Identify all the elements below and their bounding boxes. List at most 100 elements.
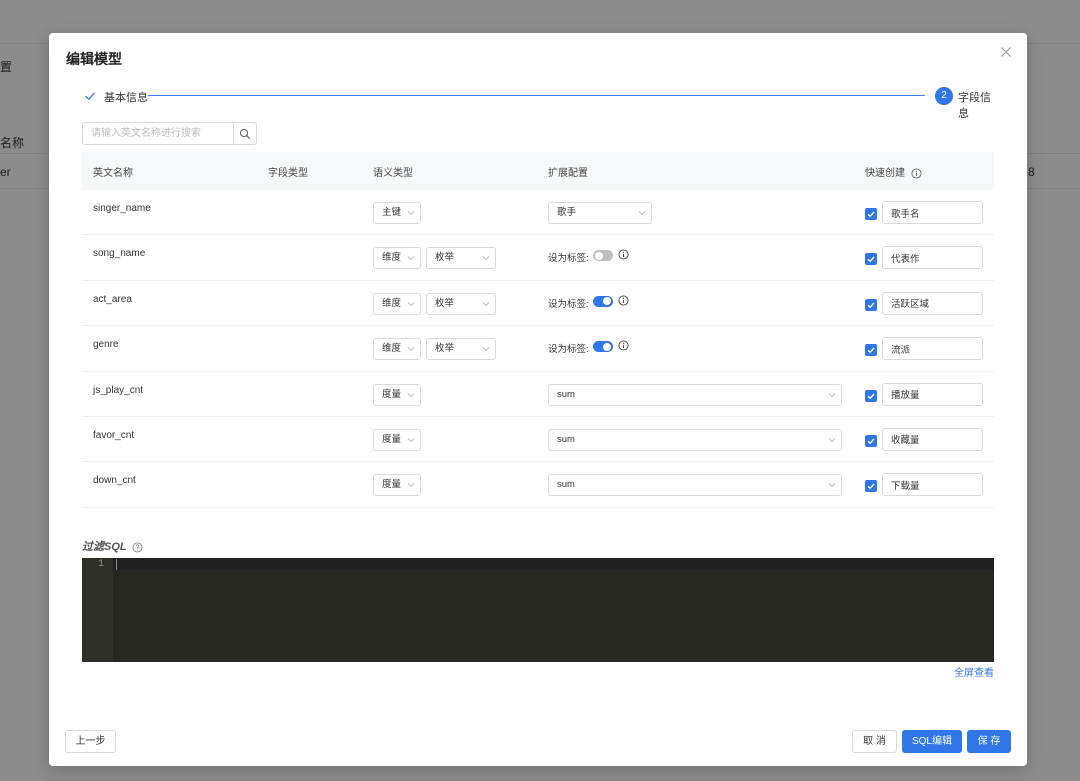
field-english-name: act_area (93, 293, 132, 305)
header-english-name: 英文名称 (93, 168, 133, 179)
semantic-type-value: 主键 (382, 207, 402, 218)
semantic-type-select[interactable]: 维度 (373, 247, 421, 270)
chevron-down-icon (407, 211, 415, 216)
tag-toggle[interactable] (593, 341, 613, 353)
info-icon[interactable] (618, 249, 629, 260)
search-button[interactable] (233, 123, 256, 144)
toggle-knob (595, 251, 603, 260)
chevron-down-icon (482, 256, 490, 261)
step-basic-info[interactable]: 基本信息 (104, 89, 148, 105)
close-button[interactable] (998, 44, 1014, 60)
quick-create-checkbox[interactable] (865, 480, 877, 493)
set-as-tag-label: 设为标签: (548, 344, 589, 356)
quick-create-name-input[interactable] (882, 427, 983, 451)
info-icon[interactable] (911, 168, 922, 179)
chevron-down-icon (828, 392, 836, 397)
extension-config-select[interactable]: 歌手 (548, 202, 652, 224)
quick-create-name-input[interactable] (882, 473, 983, 497)
table-row: genre 维度 枚举 设为标签: (82, 326, 994, 372)
fullscreen-link[interactable]: 全屏查看 (954, 664, 994, 679)
dimension-type-select[interactable]: 枚举 (426, 292, 496, 315)
chevron-down-icon (828, 438, 836, 443)
checkmark-icon (867, 483, 875, 490)
quick-create-checkbox[interactable] (865, 253, 877, 266)
help-icon[interactable] (132, 542, 144, 553)
toggle-knob (603, 297, 611, 306)
cancel-button[interactable]: 取 消 (852, 730, 897, 753)
chevron-down-icon (482, 347, 490, 352)
search-input[interactable] (83, 123, 235, 144)
table-row: singer_name 主键 歌手 (82, 190, 994, 236)
chevron-down-icon (638, 211, 646, 216)
chevron-down-icon (482, 301, 490, 306)
semantic-type-select[interactable]: 维度 (373, 338, 421, 361)
line-number: 1 (97, 559, 104, 570)
chevron-down-icon (407, 438, 415, 443)
set-as-tag-label: 设为标签: (548, 298, 589, 310)
semantic-type-value: 度量 (382, 479, 402, 491)
quick-create-checkbox[interactable] (865, 298, 877, 311)
semantic-type-select[interactable]: 度量 (373, 474, 421, 497)
steps-bar: 基本信息 2 字段信息 (82, 87, 994, 120)
chevron-down-icon (407, 256, 415, 261)
quick-create-name-input[interactable] (882, 382, 983, 406)
table-header: 英文名称 字段类型 语义类型 扩展配置 快速创建 (82, 152, 994, 190)
chevron-down-icon (828, 483, 836, 488)
step-field-info[interactable]: 字段信息 (958, 89, 994, 121)
tag-toggle[interactable] (593, 250, 613, 262)
save-button[interactable]: 保 存 (967, 730, 1011, 753)
table-body: singer_name主键歌手song_name维度枚举设为标签:act_are… (82, 190, 994, 508)
quick-create-name-input[interactable] (882, 337, 983, 361)
quick-create-checkbox[interactable] (865, 434, 877, 447)
previous-step-button[interactable]: 上一步 (65, 730, 116, 753)
semantic-type-select[interactable]: 度量 (373, 428, 421, 451)
filter-sql-title: 过滤SQL (82, 541, 127, 553)
semantic-type-value: 维度 (382, 343, 402, 355)
check-icon (82, 88, 98, 104)
dimension-type-select[interactable]: 枚举 (426, 247, 496, 270)
extension-config-select[interactable]: sum (548, 428, 842, 451)
dimension-type-select[interactable]: 枚举 (426, 338, 496, 361)
semantic-type-select[interactable]: 度量 (373, 383, 421, 406)
table-row: js_play_cnt 度量 sum (82, 372, 994, 417)
sql-editor[interactable]: 1 (82, 558, 994, 662)
dimension-type-value: 枚举 (435, 297, 455, 309)
tag-toggle[interactable] (593, 295, 613, 307)
checkmark-icon (867, 438, 875, 445)
header-semantic-type: 语义类型 (373, 168, 413, 179)
field-table: 英文名称 字段类型 语义类型 扩展配置 快速创建 singer_name 主键 歌手… (82, 152, 994, 508)
table-row: favor_cnt 度量 sum (82, 417, 994, 463)
header-extension-config: 扩展配置 (548, 168, 588, 179)
sql-edit-button[interactable]: SQL编辑 (902, 730, 962, 753)
semantic-type-value: 度量 (382, 433, 402, 445)
semantic-type-select[interactable]: 主键 (373, 202, 421, 224)
close-icon (1001, 47, 1011, 57)
edit-model-dialog: 编辑模型 基本信息 2 字段信息 英文名称 字段类型 语义类型 扩展配置 快速创… (49, 33, 1027, 766)
table-row: down_cnt 度量 sum (82, 462, 994, 508)
chevron-down-icon (407, 347, 415, 352)
chevron-down-icon (407, 483, 415, 488)
checkmark-icon (867, 302, 875, 309)
header-field-type: 字段类型 (268, 168, 308, 179)
semantic-type-select[interactable]: 维度 (373, 292, 421, 315)
extension-config-select[interactable]: sum (548, 474, 842, 497)
quick-create-checkbox[interactable] (865, 389, 877, 402)
editor-active-line (113, 558, 994, 570)
quick-create-name-input[interactable] (882, 246, 983, 270)
quick-create-name-input[interactable] (882, 291, 983, 315)
checkmark-icon (867, 211, 875, 218)
field-english-name: singer_name (93, 203, 151, 214)
semantic-type-value: 度量 (382, 388, 402, 400)
table-row: act_area 维度 枚举 设为标签: (82, 281, 994, 327)
quick-create-name-input[interactable] (882, 201, 983, 224)
field-english-name: js_play_cnt (93, 384, 144, 396)
checkmark-icon (867, 347, 875, 354)
extension-config-value: sum (557, 388, 575, 400)
quick-create-checkbox[interactable] (865, 208, 877, 220)
info-icon[interactable] (618, 340, 629, 351)
quick-create-checkbox[interactable] (865, 344, 877, 357)
info-icon[interactable] (618, 295, 629, 306)
extension-config-select[interactable]: sum (548, 383, 842, 406)
field-search (82, 122, 257, 145)
filter-sql-label: 过滤SQL (82, 538, 144, 554)
